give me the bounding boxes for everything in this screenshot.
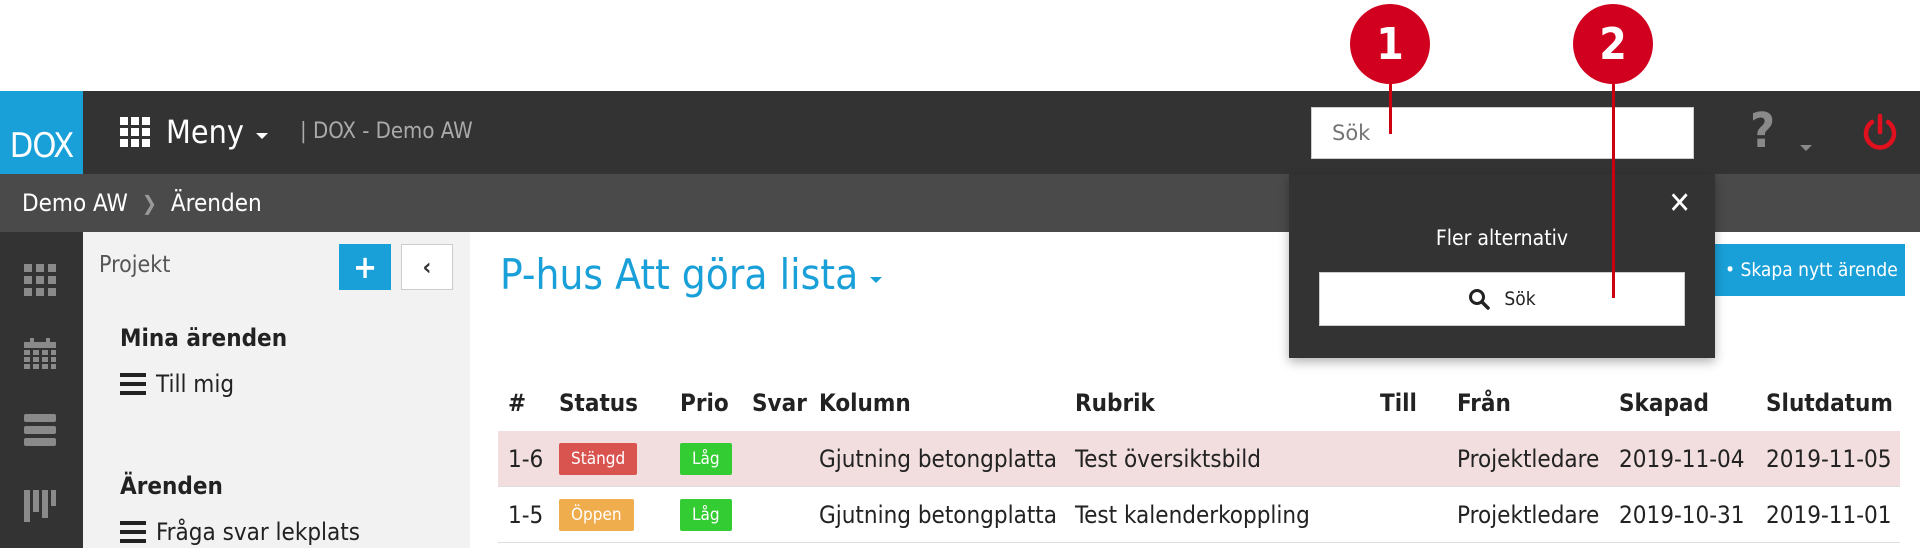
prio-cell: Låg bbox=[680, 487, 732, 543]
sidebar-item-question-playground[interactable]: Fråga svar lekplats bbox=[120, 518, 360, 546]
status-badge: Öppen bbox=[559, 499, 634, 531]
created-cell: 2019-10-31 bbox=[1619, 501, 1745, 529]
table-row[interactable]: 1-6 Stängd Låg Gjutning betongplatta Tes… bbox=[498, 431, 1900, 487]
logo-text: DOX bbox=[9, 126, 74, 166]
prio-badge: Låg bbox=[680, 443, 732, 475]
issues-table: # Status Prio Svar Kolumn Rubrik Till Fr… bbox=[498, 375, 1900, 543]
search-button-label: Sök bbox=[1504, 288, 1536, 310]
prio-cell: Låg bbox=[680, 431, 732, 487]
help-chevron-down-icon[interactable] bbox=[1800, 145, 1812, 151]
sidebar-item-label: Till mig bbox=[156, 370, 235, 398]
grid-menu-icon bbox=[120, 117, 150, 147]
close-icon[interactable]: ✕ bbox=[1668, 186, 1691, 221]
column-header[interactable]: Från bbox=[1457, 375, 1511, 431]
column-header[interactable]: Svar bbox=[752, 375, 807, 431]
search-icon bbox=[1469, 289, 1491, 310]
top-bar: DOX Meny | DOX - Demo AW ? bbox=[0, 91, 1920, 174]
end-date-cell: 2019-11-01 bbox=[1766, 501, 1892, 529]
add-button[interactable]: + bbox=[339, 244, 391, 290]
dashboard-grid-icon[interactable] bbox=[24, 264, 56, 296]
menu-button[interactable]: Meny bbox=[120, 111, 268, 153]
menu-label: Meny bbox=[166, 113, 244, 151]
power-icon[interactable] bbox=[1860, 113, 1900, 153]
callout-line-2 bbox=[1612, 78, 1615, 298]
status-cell: Stängd bbox=[559, 431, 638, 487]
chevron-down-icon bbox=[870, 276, 883, 283]
callout-line-1 bbox=[1389, 78, 1392, 134]
project-title: | DOX - Demo AW bbox=[300, 119, 473, 144]
column-header[interactable]: Slutdatum bbox=[1766, 375, 1893, 431]
kanban-board-icon[interactable] bbox=[24, 490, 56, 522]
subject-cell: Test översiktsbild bbox=[1075, 445, 1261, 473]
from-cell: Projektledare bbox=[1457, 445, 1600, 473]
help-icon[interactable]: ? bbox=[1750, 103, 1775, 159]
column-cell: Gjutning betongplatta bbox=[819, 445, 1057, 473]
column-header[interactable]: # bbox=[508, 375, 526, 431]
search-input[interactable] bbox=[1311, 107, 1694, 159]
table-row[interactable]: 1-5 Öppen Låg Gjutning betongplatta Test… bbox=[498, 487, 1900, 543]
column-header[interactable]: Status bbox=[559, 375, 638, 431]
callout-marker-1: 1 bbox=[1350, 4, 1430, 84]
column-header[interactable]: Skapad bbox=[1619, 375, 1709, 431]
create-issue-button[interactable]: • Skapa nytt ärende bbox=[1705, 244, 1905, 296]
status-badge: Stängd bbox=[559, 443, 638, 475]
sidebar-item-label: Fråga svar lekplats bbox=[156, 518, 360, 546]
sidebar: Projekt + ‹ Mina ärenden Till mig Ärende… bbox=[83, 232, 470, 548]
breadcrumb-item-project[interactable]: Demo AW bbox=[22, 189, 128, 217]
sidebar-item-to-me[interactable]: Till mig bbox=[120, 370, 234, 398]
popup-title: Fler alternativ bbox=[1435, 226, 1569, 250]
breadcrumb-item-issues[interactable]: Ärenden bbox=[171, 189, 262, 217]
column-header[interactable]: Till bbox=[1380, 375, 1417, 431]
sidebar-project-label: Projekt bbox=[99, 252, 171, 278]
callout-marker-2: 2 bbox=[1573, 4, 1653, 84]
table-header: # Status Prio Svar Kolumn Rubrik Till Fr… bbox=[498, 375, 1900, 431]
from-cell: Projektledare bbox=[1457, 501, 1600, 529]
calendar-icon[interactable] bbox=[24, 338, 56, 370]
created-cell: 2019-11-04 bbox=[1619, 445, 1745, 473]
page: DOX Meny | DOX - Demo AW ? Demo AW ❯ Äre… bbox=[0, 0, 1920, 548]
status-cell: Öppen bbox=[559, 487, 634, 543]
list-icon bbox=[120, 521, 146, 543]
dox-logo[interactable]: DOX bbox=[0, 91, 83, 174]
end-date-cell: 2019-11-05 bbox=[1766, 445, 1892, 473]
row-id: 1-6 bbox=[508, 445, 544, 473]
search-button[interactable]: Sök bbox=[1319, 272, 1685, 326]
column-header[interactable]: Rubrik bbox=[1075, 375, 1155, 431]
sidebar-heading-my-issues: Mina ärenden bbox=[120, 324, 288, 352]
column-header[interactable]: Prio bbox=[680, 375, 729, 431]
list-icon bbox=[120, 373, 146, 395]
prio-badge: Låg bbox=[680, 499, 732, 531]
server-stack-icon[interactable] bbox=[24, 414, 56, 446]
subject-cell: Test kalenderkoppling bbox=[1075, 501, 1310, 529]
page-title-text: P-hus Att göra lista bbox=[500, 250, 859, 299]
icon-rail bbox=[0, 232, 83, 548]
search-options-popup: ✕ Fler alternativ Sök bbox=[1289, 174, 1715, 358]
collapse-sidebar-button[interactable]: ‹ bbox=[401, 244, 453, 290]
column-cell: Gjutning betongplatta bbox=[819, 501, 1057, 529]
page-title[interactable]: P-hus Att göra lista bbox=[500, 250, 883, 299]
chevron-right-icon: ❯ bbox=[141, 191, 157, 215]
column-header[interactable]: Kolumn bbox=[819, 375, 911, 431]
sidebar-heading-issues: Ärenden bbox=[120, 472, 223, 500]
row-id: 1-5 bbox=[508, 501, 544, 529]
chevron-down-icon bbox=[255, 133, 268, 139]
